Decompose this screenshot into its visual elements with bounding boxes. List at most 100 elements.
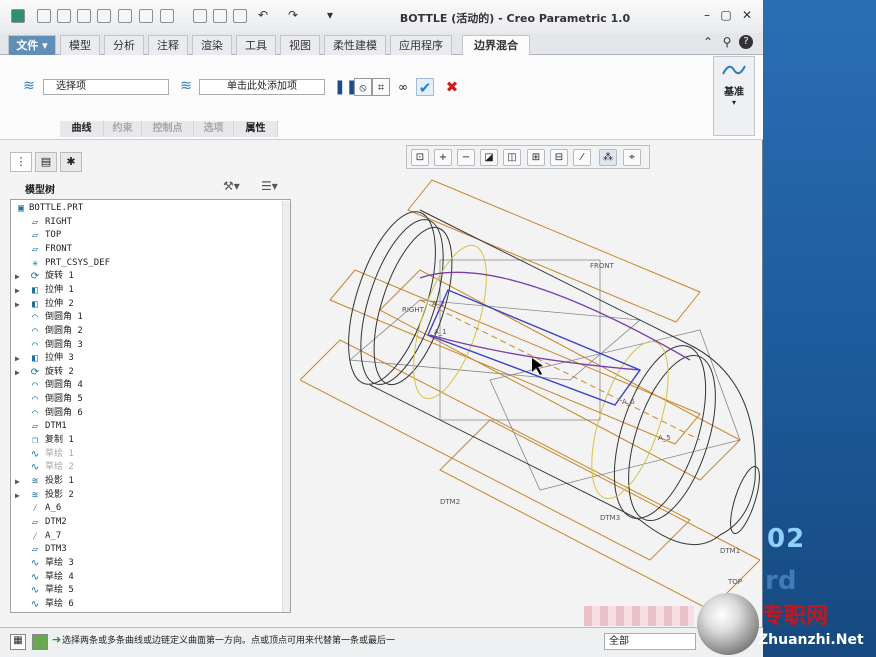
minimize-button[interactable]: – [699, 8, 715, 22]
tab-render[interactable]: 渲染 [192, 35, 232, 55]
expand-arrow-icon[interactable]: ▶ [15, 352, 20, 365]
repaint-icon[interactable]: ◪ [480, 149, 498, 166]
datum-dropdown-icon[interactable]: ▾ [714, 98, 754, 107]
model-tree-tab-icon[interactable]: ⋮ [10, 152, 32, 172]
model-tree-list: ▣ BOTTLE.PRT ▱ RIGHT ▱ TOP ▱ FRONT ✳ PRT_CSYS_DEF… [10, 199, 291, 613]
datum-display-icon[interactable]: ⁄ [573, 149, 591, 166]
tree-settings-icon[interactable]: ⚒▾ [223, 179, 240, 193]
label-dtm2: DTM2 [440, 498, 460, 506]
help-icon[interactable]: ? [739, 35, 753, 49]
customize-dropdown-icon[interactable]: ▾ [322, 8, 338, 22]
preview-icon[interactable]: ⌗ [372, 78, 390, 96]
verify-mode-icon[interactable]: ∞ [394, 78, 412, 96]
datum-group[interactable]: 基准 ▾ [713, 56, 755, 136]
extrude-icon: ◧ [31, 353, 39, 365]
tree-item-label: 拉伸 1 [45, 284, 74, 295]
revolve-icon: ⟳ [30, 271, 40, 283]
message-arrow-icon: ➔ [52, 633, 62, 646]
collapse-icon[interactable]: ⌃ [700, 35, 716, 49]
tree-item-label: 倒圆角 4 [45, 380, 83, 391]
pause-icon[interactable]: ❚❚ [334, 78, 357, 96]
tree-item-label: 草绘 4 [45, 571, 74, 582]
browser-toggle-icon[interactable] [32, 634, 48, 650]
annotation-display-icon[interactable]: ⁂ [599, 149, 617, 166]
tab-file[interactable]: 文件 ▾ [8, 35, 56, 55]
boundary-blend-dashboard: ≋ 选择项 ≋ 单击此处添加项 ❚❚ ⦸ ⌗ ∞ ✔ ✖ 曲线 约束 控制点 选… [0, 55, 763, 140]
first-direction-collector[interactable]: 选择项 [43, 79, 169, 95]
subtab-curves[interactable]: 曲线 [60, 121, 104, 137]
datum-plane-icon: ▱ [31, 230, 39, 242]
no-preview-icon[interactable]: ⦸ [354, 78, 372, 96]
expand-arrow-icon[interactable]: ▶ [15, 366, 20, 379]
search-icon[interactable]: ⚲ [719, 35, 735, 49]
tab-model[interactable]: 模型 [60, 35, 100, 55]
tree-item-label: DTM3 [45, 544, 67, 555]
selection-filter[interactable]: 全部 [604, 633, 696, 650]
redo-icon[interactable]: ↷ [285, 8, 301, 22]
tree-item-label: PRT_CSYS_DEF [45, 257, 111, 268]
view-icon[interactable] [160, 9, 174, 23]
expand-arrow-icon[interactable]: ▶ [15, 284, 20, 297]
view-manager-icon[interactable]: ⊟ [550, 149, 568, 166]
undo-icon[interactable]: ↶ [255, 8, 271, 22]
display-style-icon[interactable]: ◫ [503, 149, 521, 166]
tab-annotate[interactable]: 注释 [148, 35, 188, 55]
subtab-properties[interactable]: 属性 [234, 121, 278, 137]
regenerate-icon[interactable] [97, 9, 111, 23]
expand-arrow-icon[interactable]: ▶ [15, 475, 20, 488]
save-icon[interactable] [77, 9, 91, 23]
copy-icon: ❐ [31, 435, 39, 447]
subtab-control-points[interactable]: 控制点 [142, 121, 194, 137]
zoom-out-icon[interactable]: − [457, 149, 475, 166]
expand-arrow-icon[interactable]: ▶ [15, 270, 20, 283]
tree-item-label: 草绘 1 [45, 448, 74, 459]
subtab-constraints[interactable]: 约束 [104, 121, 142, 137]
windows-icon[interactable] [118, 9, 132, 23]
tree-scrollbar[interactable] [282, 201, 290, 612]
open-icon[interactable] [57, 9, 71, 23]
tree-toggle-icon[interactable]: ▦ [10, 634, 26, 650]
settings-icon[interactable] [139, 9, 153, 23]
tab-analysis[interactable]: 分析 [104, 35, 144, 55]
zoom-in-icon[interactable]: + [434, 149, 452, 166]
erase-icon[interactable] [193, 9, 207, 23]
tab-tools[interactable]: 工具 [236, 35, 276, 55]
app-icon [11, 9, 25, 23]
apply-check-icon[interactable]: ✔ [416, 78, 434, 97]
second-direction-icon[interactable]: ≋ [177, 77, 195, 95]
saved-views-icon[interactable]: ⊞ [527, 149, 545, 166]
second-direction-collector[interactable]: 单击此处添加项 [199, 79, 325, 95]
folder-icon[interactable] [233, 9, 247, 23]
tree-item-label: 投影 2 [45, 489, 74, 500]
favorites-tab-icon[interactable]: ✱ [60, 152, 82, 172]
tab-view[interactable]: 视图 [280, 35, 320, 55]
label-front: FRONT [590, 262, 615, 270]
expand-arrow-icon[interactable]: ▶ [15, 489, 20, 502]
close-button[interactable]: ✕ [739, 8, 755, 22]
expand-arrow-icon[interactable]: ▶ [15, 298, 20, 311]
desktop-faint-text: rd [765, 566, 797, 596]
tab-flexible-modeling[interactable]: 柔性建模 [324, 35, 386, 55]
tree-columns-icon[interactable]: ☰▾ [261, 179, 278, 193]
cancel-x-icon[interactable]: ✖ [443, 78, 461, 96]
subtab-options[interactable]: 选项 [194, 121, 234, 137]
refit-icon[interactable]: ⊡ [411, 149, 429, 166]
desktop-number: 02 [767, 524, 806, 554]
graphics-area[interactable]: RIGHT FRONT A_2 A_1 A_6 A_5 DTM2 DTM3 DT… [300, 171, 760, 616]
tree-item-label: 倒圆角 2 [45, 325, 83, 336]
watermark-text: 专职网 [762, 604, 829, 629]
new-icon[interactable] [37, 9, 51, 23]
maximize-button[interactable]: ▢ [718, 8, 734, 22]
sketch-icon: ∿ [30, 448, 40, 460]
tab-boundary-blend[interactable]: 边界混合 [462, 35, 530, 56]
tree-item-label: 旋转 1 [45, 271, 74, 282]
verify-icon[interactable] [213, 9, 227, 23]
label-a5: A_5 [658, 434, 671, 442]
round-icon: ◠ [31, 312, 39, 324]
spin-center-icon[interactable]: ⌖ [623, 149, 641, 166]
folder-browser-tab-icon[interactable]: ▤ [35, 152, 57, 172]
title-bar: ↶ ↷ ▾ BOTTLE (活动的) - Creo Parametric 1.0… [0, 0, 763, 33]
first-direction-icon[interactable]: ≋ [20, 77, 38, 95]
tab-applications[interactable]: 应用程序 [390, 35, 452, 55]
tree-item-label: 拉伸 3 [45, 353, 74, 364]
